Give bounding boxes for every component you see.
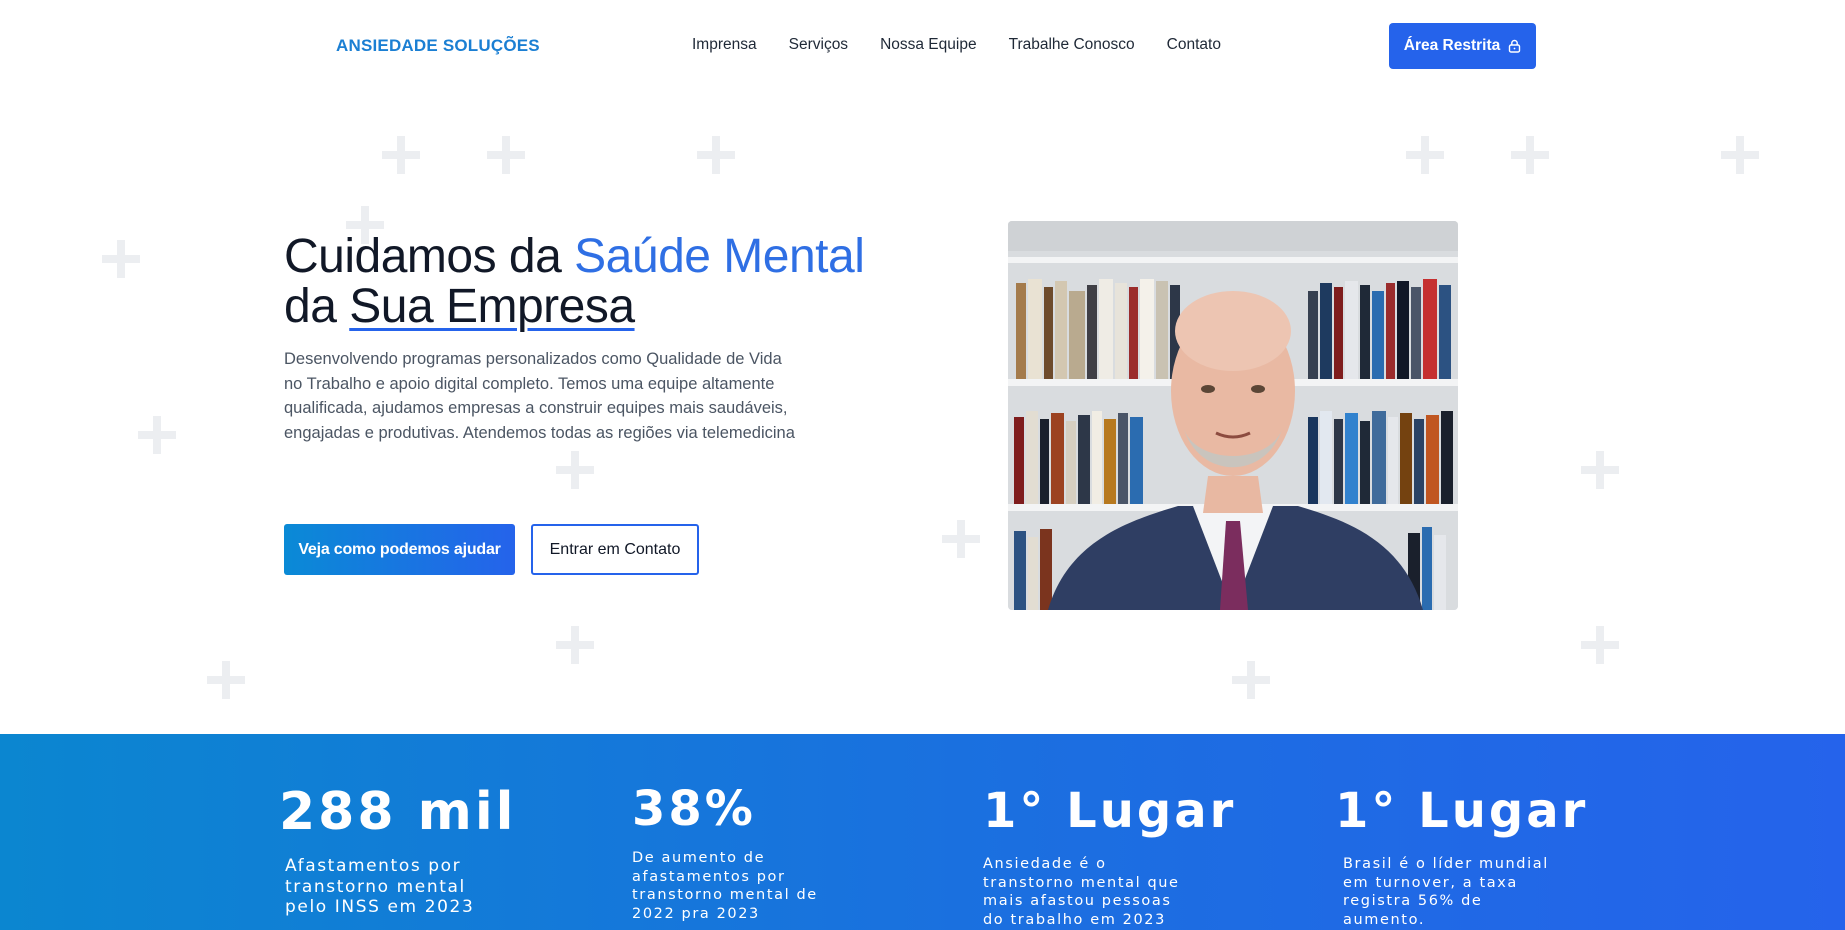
plus-decoration-icon	[1406, 136, 1444, 174]
stat-label: Ansiedade é o transtorno mental que mais…	[983, 856, 1180, 928]
plus-decoration-icon	[207, 661, 245, 699]
plus-decoration-icon	[697, 136, 735, 174]
plus-decoration-icon	[138, 416, 176, 454]
site-logo[interactable]: ANSIEDADE SOLUÇÕES	[336, 36, 540, 56]
main-menu: Imprensa Serviços Nossa Equipe Trabalhe …	[692, 36, 1221, 54]
stat-card: 288 mil Afastamentos por transtorno ment…	[279, 782, 516, 918]
lock-icon	[1509, 39, 1521, 53]
menu-item-trabalhe-conosco[interactable]: Trabalhe Conosco	[1009, 36, 1135, 54]
menu-item-servicos[interactable]: Serviços	[789, 36, 848, 54]
plus-decoration-icon	[487, 136, 525, 174]
hero-title-part2: da	[284, 280, 350, 333]
plus-decoration-icon	[102, 240, 140, 278]
plus-decoration-icon	[1232, 661, 1270, 699]
stat-label: De aumento de afastamentos por transtorn…	[632, 850, 818, 922]
restricted-area-label: Área Restrita	[1403, 37, 1501, 54]
plus-decoration-icon	[1511, 136, 1549, 174]
plus-decoration-icon	[1581, 451, 1619, 489]
stat-value: 1° Lugar	[1335, 783, 1589, 839]
hero-title-underlined: Sua Empresa	[349, 280, 635, 333]
hero-title: Cuidamos da Saúde Mental da Sua Empresa	[284, 232, 984, 332]
stat-card: 1° Lugar Brasil é o líder mundial em tur…	[1335, 781, 1588, 929]
stat-card: 38% De aumento de afastamentos por trans…	[632, 779, 832, 923]
hero-title-accent: Saúde Mental	[574, 230, 865, 283]
hero-video[interactable]	[1008, 221, 1458, 610]
stat-card: 1° Lugar Ansiedade é o transtorno mental…	[983, 781, 1236, 929]
stat-value: 38%	[632, 781, 756, 837]
contact-button[interactable]: Entrar em Contato	[531, 524, 699, 575]
menu-item-contato[interactable]: Contato	[1167, 36, 1221, 54]
plus-decoration-icon	[556, 626, 594, 664]
plus-decoration-icon	[942, 520, 980, 558]
presenter-portrait	[1008, 221, 1458, 610]
stat-label: Brasil é o líder mundial em turnover, a …	[1343, 856, 1549, 928]
stat-value: 288 mil	[279, 782, 517, 842]
plus-decoration-icon	[1581, 626, 1619, 664]
menu-item-nossa-equipe[interactable]: Nossa Equipe	[880, 36, 977, 54]
hero-description: Desenvolvendo programas personalizados c…	[284, 350, 795, 442]
how-we-help-button[interactable]: Veja como podemos ajudar	[284, 524, 515, 575]
plus-decoration-icon	[1721, 136, 1759, 174]
stat-value: 1° Lugar	[983, 783, 1237, 839]
plus-decoration-icon	[556, 451, 594, 489]
stat-label: Afastamentos por transtorno mental pelo …	[285, 856, 475, 917]
restricted-area-button[interactable]: Área Restrita	[1389, 23, 1536, 69]
top-navigation: ANSIEDADE SOLUÇÕES Imprensa Serviços Nos…	[0, 0, 1845, 92]
menu-item-imprensa[interactable]: Imprensa	[692, 36, 757, 54]
plus-decoration-icon	[382, 136, 420, 174]
hero-title-part1: Cuidamos da	[284, 230, 575, 283]
